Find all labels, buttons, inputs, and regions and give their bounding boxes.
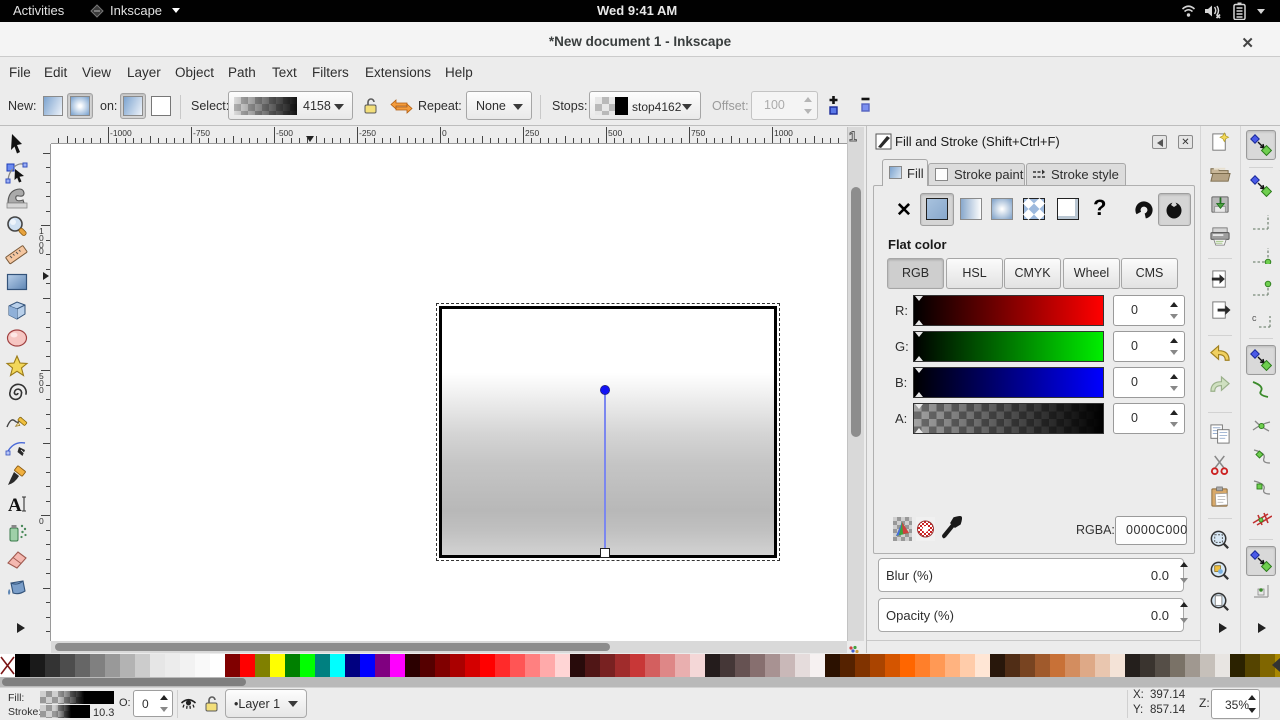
- svg-text:1: 1: [849, 128, 857, 144]
- svg-text:A: A: [8, 495, 22, 516]
- svg-text:c: c: [1252, 313, 1257, 323]
